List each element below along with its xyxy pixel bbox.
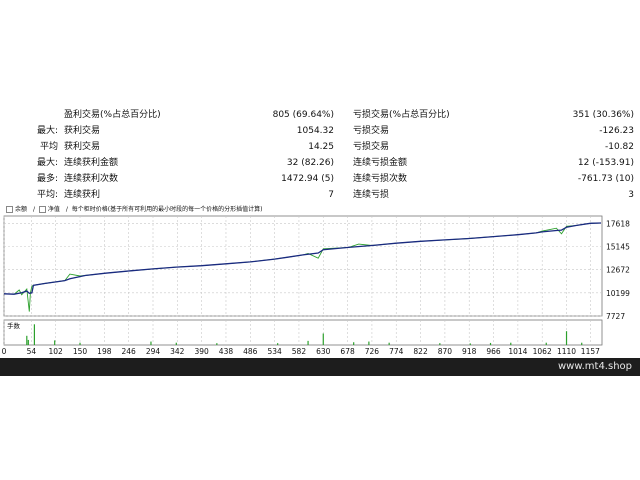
x-tick-label: 630 — [316, 347, 331, 356]
x-tick-label: 534 — [267, 347, 282, 356]
stats-left-value: 7 — [328, 190, 334, 200]
stats-left-value: 805 (69.64%) — [272, 110, 334, 120]
x-tick-label: 726 — [365, 347, 380, 356]
x-tick-label: 438 — [219, 347, 234, 356]
stats-right-name: 连续亏损金额 — [353, 158, 408, 168]
y-tick-label: 17618 — [606, 219, 630, 228]
stats-right-value: 12 (-153.91) — [577, 158, 634, 168]
stats-left-name: 盈利交易(%占总百分比) — [64, 110, 161, 120]
stats-right-name: 连续亏损次数 — [353, 174, 408, 184]
stats-left-name: 获利交易 — [64, 126, 101, 136]
stats-left-value: 32 (82.26) — [286, 158, 334, 168]
stats-left-name: 获利交易 — [64, 142, 101, 152]
y-tick-label: 7727 — [606, 312, 625, 321]
x-tick-label: 150 — [73, 347, 88, 356]
legend-equity-label: 净值 — [47, 206, 60, 213]
chart-plot-frame — [3, 215, 603, 317]
x-tick-label: 0 — [2, 347, 7, 356]
x-tick-label: 342 — [170, 347, 185, 356]
stats-row-label: 最多: — [36, 174, 58, 184]
stats-row: 平均: 连续获利 7 连续亏损 3 — [0, 187, 640, 203]
legend-balance: 余额 — [6, 206, 29, 213]
balance-chart: 17618 15145 12672 10199 7727 0 54 102 150 198 246 2… — [0, 204, 640, 358]
x-tick-label: 1110 — [557, 347, 576, 356]
x-tick-label: 54 — [27, 347, 37, 356]
y-tick-label: 10199 — [606, 289, 630, 298]
x-tick-label: 966 — [486, 347, 501, 356]
stats-right-name: 亏损交易(%占总百分比) — [353, 110, 450, 120]
x-tick-label: 102 — [49, 347, 64, 356]
x-tick-label: 486 — [243, 347, 258, 356]
stats-right-name: 亏损交易 — [353, 126, 390, 136]
stats-row-label: 平均 — [39, 142, 58, 152]
trade-stats-table: 盈利交易(%占总百分比) 805 (69.64%) 亏损交易(%占总百分比) 351 … — [0, 105, 640, 204]
stats-left-name: 连续获利金额 — [64, 158, 119, 168]
x-tick-label: 870 — [438, 347, 453, 356]
stats-row: 最多: 连续获利次数 1472.94 (5) 连续亏损次数 -761.73 (10) — [0, 171, 640, 187]
stats-row-label: 平均: — [36, 190, 58, 200]
stats-left-name: 连续获利 — [64, 190, 101, 200]
legend-sep: / — [65, 206, 68, 213]
stats-left-value: 1054.32 — [296, 126, 334, 136]
balance-chart-svg: 17618 15145 12672 10199 7727 0 54 102 150 198 246 2… — [2, 215, 630, 356]
stats-row: 平均 获利交易 14.25 亏损交易 -10.82 — [0, 139, 640, 155]
x-tick-label: 1062 — [533, 347, 552, 356]
stats-left-value: 14.25 — [308, 142, 334, 152]
top-blank-area — [0, 0, 640, 105]
y-tick-label: 12672 — [606, 266, 630, 275]
stats-row: 最大: 连续获利金额 32 (82.26) 连续亏损金额 12 (-153.91) — [0, 155, 640, 171]
volume-plot-frame — [3, 319, 603, 346]
stats-left-name: 连续获利次数 — [64, 174, 119, 184]
legend-equity-swatch — [38, 206, 46, 213]
stats-row-label: 最大: — [36, 126, 58, 136]
stats-right-value: -126.23 — [599, 126, 634, 136]
x-tick-label: 1157 — [581, 347, 600, 356]
x-tick-label: 822 — [413, 347, 428, 356]
x-tick-label: 390 — [194, 347, 209, 356]
x-tick-label: 1014 — [508, 347, 527, 356]
x-tick-label: 678 — [340, 347, 355, 356]
stats-right-value: -761.73 (10) — [577, 174, 634, 184]
stats-row-label: 最大: — [36, 158, 58, 168]
y-tick-label: 15145 — [606, 242, 630, 251]
bottom-blank-area — [0, 376, 640, 480]
x-tick-label: 918 — [462, 347, 477, 356]
watermark: www.mt4.shop — [557, 361, 632, 372]
x-tick-label: 774 — [389, 347, 404, 356]
x-tick-label: 294 — [146, 347, 161, 356]
volume-label: 手数 — [7, 321, 21, 330]
x-tick-label: 582 — [292, 347, 307, 356]
stats-right-name: 连续亏损 — [353, 190, 390, 200]
stats-right-name: 亏损交易 — [353, 142, 390, 152]
legend-note: 每个柜时价格(基于所有可利用的最小时段的每一个价格的分形插值计算) — [71, 206, 263, 213]
stats-left-value: 1472.94 (5) — [281, 174, 334, 184]
stats-right-value: 3 — [628, 190, 634, 200]
legend-balance-label: 余额 — [15, 206, 28, 213]
x-tick-label: 198 — [97, 347, 112, 356]
stats-row: 最大: 获利交易 1054.32 亏损交易 -126.23 — [0, 123, 640, 139]
stats-row: 盈利交易(%占总百分比) 805 (69.64%) 亏损交易(%占总百分比) 351 … — [0, 107, 640, 123]
footer-bar — [0, 358, 640, 376]
legend-balance-swatch — [6, 206, 13, 213]
legend-sep: / — [32, 206, 35, 213]
x-tick-label: 246 — [122, 347, 137, 356]
stats-right-value: -10.82 — [604, 142, 634, 152]
chart-legend: 余额 / 净值 / 每个柜时价格(基于所有可利用的最小时段的每一个价格的分形插值… — [6, 205, 264, 215]
stats-right-value: 351 (30.36%) — [572, 110, 634, 120]
legend-equity: 净值 — [38, 206, 62, 213]
